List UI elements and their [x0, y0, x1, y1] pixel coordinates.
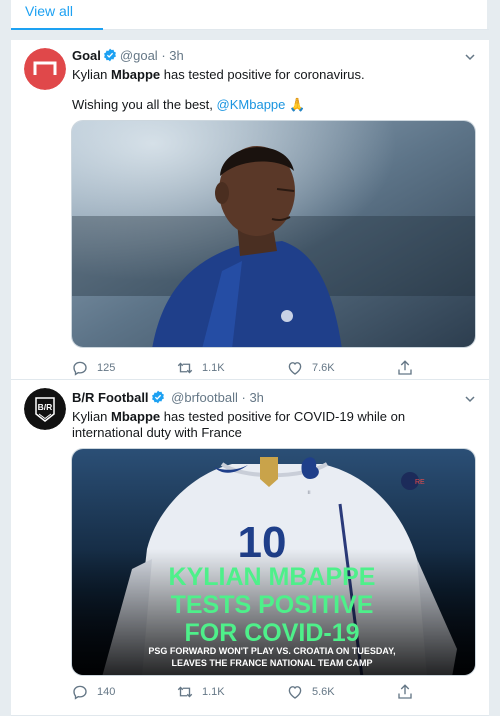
headline-line-3: FOR COVID-19 — [184, 619, 359, 647]
timeline: View all Goal @goal · 3h Kylian Mbappe ha… — [10, 0, 489, 716]
share-icon — [398, 360, 412, 375]
display-name[interactable]: Goal — [72, 48, 101, 63]
text-segment: Kylian — [72, 409, 112, 424]
reply-count: 125 — [97, 362, 116, 374]
br-logo-icon: B/R — [24, 388, 66, 430]
tweet-graphic[interactable]: ||| RE 10 KYLIAN MBAPPE TESTS POSITIVE F… — [71, 448, 476, 676]
headline-line-2: TESTS POSITIVE — [171, 591, 374, 619]
tweet-actions: 125 1.1K 7.6K — [71, 358, 421, 378]
retweet-count: 1.1K — [202, 686, 225, 698]
text-segment: Wishing you all the best, — [72, 97, 217, 112]
heart-icon — [288, 686, 302, 699]
covid-announcement-graphic: ||| RE 10 KYLIAN MBAPPE TESTS POSITIVE F… — [72, 449, 475, 675]
tweet-goal[interactable]: Goal @goal · 3h Kylian Mbappe has tested … — [11, 40, 489, 380]
mention-link[interactable]: @KMbappe — [217, 97, 286, 112]
heart-icon — [288, 362, 302, 375]
timestamp[interactable]: 3h — [169, 48, 183, 63]
reply-icon — [73, 685, 87, 700]
verified-badge-icon — [151, 390, 164, 404]
verified-badge-icon — [103, 48, 116, 62]
retweet-button[interactable]: 1.1K — [176, 682, 225, 702]
tweet-header: B/R Football @brfootball · 3h — [72, 390, 264, 405]
folded-hands-emoji: 🙏 — [289, 97, 306, 112]
retweet-icon — [177, 362, 193, 374]
tweet-text-line-1: Kylian Mbappe has tested positive for co… — [72, 66, 365, 83]
like-button[interactable]: 5.6K — [286, 682, 335, 702]
separator-dot: · — [241, 390, 246, 405]
subhead-line-2: LEAVES THE FRANCE NATIONAL TEAM CAMP — [171, 658, 372, 668]
timestamp[interactable]: 3h — [249, 390, 263, 405]
retweet-count: 1.1K — [202, 362, 225, 374]
tweet-text-line-2: Wishing you all the best, @KMbappe 🙏 — [72, 96, 305, 113]
reply-button[interactable]: 125 — [71, 358, 115, 378]
avatar-text: B/R — [38, 402, 53, 412]
text-bold: Mbappe — [111, 409, 161, 424]
text-segment: has tested positive for coronavirus. — [160, 67, 365, 82]
view-all-link[interactable]: View all — [25, 3, 73, 19]
reply-icon — [73, 361, 87, 376]
separator-dot: · — [161, 48, 166, 63]
headline-line-1: KYLIAN MBAPPE — [169, 563, 376, 591]
tweet-actions: 140 1.1K 5.6K — [71, 682, 421, 702]
tweet-photo[interactable] — [71, 120, 476, 348]
like-count: 7.6K — [312, 362, 335, 374]
text-segment: has tested positive for COVID-19 while o… — [160, 409, 406, 424]
tweet-header: Goal @goal · 3h — [72, 48, 184, 63]
like-count: 5.6K — [312, 686, 335, 698]
avatar-brfootball[interactable]: B/R — [24, 388, 66, 430]
player-photo — [72, 121, 475, 347]
crest-caption: ||| — [308, 490, 311, 494]
handle[interactable]: @goal — [120, 48, 158, 63]
tweet-text-line-2: international duty with France — [72, 425, 242, 440]
display-name[interactable]: B/R Football — [72, 390, 149, 405]
reply-button[interactable]: 140 — [71, 682, 115, 702]
share-icon — [398, 684, 412, 699]
tweet-brfootball[interactable]: B/R B/R Football @brfootball · 3h Kylian… — [11, 380, 489, 716]
text-bold: Mbappe — [111, 67, 161, 82]
share-button[interactable] — [396, 358, 422, 378]
goal-logo-icon — [24, 48, 66, 90]
avatar-goal[interactable] — [24, 48, 66, 90]
tweet-text-line-1: Kylian Mbappe has tested positive for CO… — [72, 408, 405, 425]
retweet-button[interactable]: 1.1K — [176, 358, 225, 378]
chevron-down-icon[interactable] — [463, 392, 477, 406]
view-all-bar: View all — [11, 0, 489, 30]
reply-count: 140 — [97, 686, 116, 698]
retweet-icon — [177, 686, 193, 698]
section-separator — [11, 30, 489, 40]
sleeve-patch: RE — [415, 479, 425, 486]
text-segment: Kylian — [72, 67, 112, 82]
subhead-line-1: PSG FORWARD WON'T PLAY VS. CROATIA ON TU… — [148, 646, 395, 656]
chevron-down-icon[interactable] — [463, 50, 477, 64]
handle[interactable]: @brfootball — [171, 390, 238, 405]
share-button[interactable] — [396, 682, 422, 702]
like-button[interactable]: 7.6K — [286, 358, 335, 378]
